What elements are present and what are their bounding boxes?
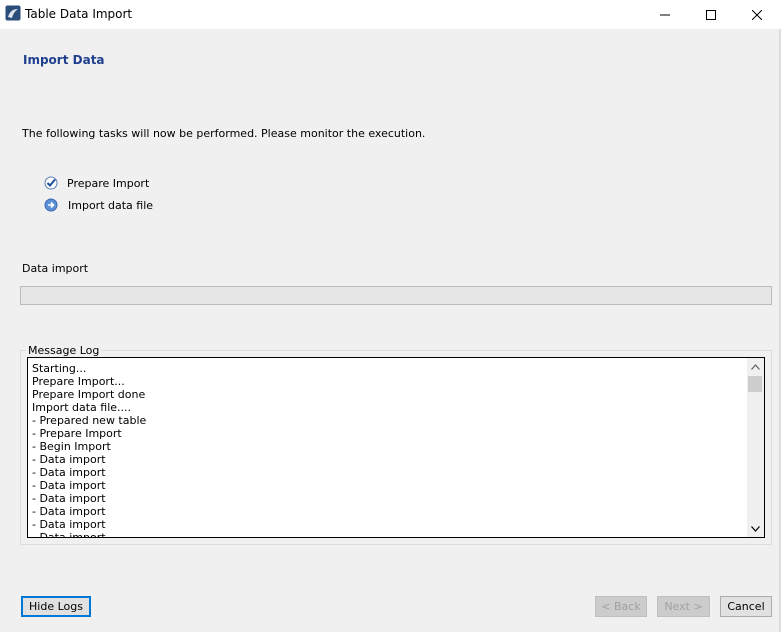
scroll-thumb[interactable] bbox=[748, 376, 762, 392]
message-log[interactable]: Starting... Prepare Import... Prepare Impo… bbox=[27, 357, 765, 538]
next-button[interactable]: Next > bbox=[657, 596, 710, 617]
log-line: Import data file.... bbox=[32, 401, 132, 414]
cancel-button[interactable]: Cancel bbox=[720, 596, 772, 617]
data-import-progress-bar bbox=[20, 286, 772, 305]
task-import-data-file: Import data file bbox=[44, 198, 153, 212]
arrow-right-icon bbox=[44, 198, 58, 212]
minimize-icon[interactable] bbox=[642, 0, 688, 29]
scroll-down-icon[interactable] bbox=[747, 520, 764, 537]
back-button[interactable]: < Back bbox=[595, 596, 647, 617]
maximize-icon[interactable] bbox=[688, 0, 734, 29]
log-line: Prepare Import... bbox=[32, 375, 125, 388]
close-icon[interactable] bbox=[734, 0, 780, 29]
scroll-up-icon[interactable] bbox=[747, 358, 764, 375]
log-line: - Data import bbox=[32, 492, 106, 505]
log-line: - Data import bbox=[32, 505, 106, 518]
page-title: Import Data bbox=[23, 53, 105, 67]
hide-logs-button[interactable]: Hide Logs bbox=[21, 596, 91, 617]
message-log-lines: Starting... Prepare Import... Prepare Impo… bbox=[32, 362, 744, 537]
progress-label: Data import bbox=[22, 262, 89, 275]
log-line: Prepare Import done bbox=[32, 388, 146, 401]
task-label: Import data file bbox=[68, 198, 154, 212]
wizard-content: Import Data The following tasks will now… bbox=[0, 29, 781, 632]
log-scrollbar[interactable] bbox=[747, 358, 764, 537]
task-prepare-import: Prepare Import bbox=[44, 176, 149, 190]
log-line: - Data import bbox=[32, 531, 744, 537]
log-line: - Prepared new table bbox=[32, 414, 147, 427]
log-line: - Data import bbox=[32, 479, 106, 492]
checkmark-icon bbox=[44, 176, 58, 190]
intro-text: The following tasks will now be performe… bbox=[22, 127, 426, 140]
log-line: Starting... bbox=[32, 362, 87, 375]
task-label: Prepare Import bbox=[67, 176, 150, 190]
log-line: - Prepare Import bbox=[32, 427, 122, 440]
window-title: Table Data Import bbox=[25, 7, 133, 21]
title-bar: Table Data Import bbox=[0, 0, 781, 29]
log-line: - Data import bbox=[32, 466, 106, 479]
message-log-legend: Message Log bbox=[26, 344, 102, 357]
mysql-workbench-icon bbox=[5, 5, 21, 21]
log-line: - Data import bbox=[32, 518, 106, 531]
log-line: - Begin Import bbox=[32, 440, 111, 453]
log-line: - Data import bbox=[32, 453, 106, 466]
